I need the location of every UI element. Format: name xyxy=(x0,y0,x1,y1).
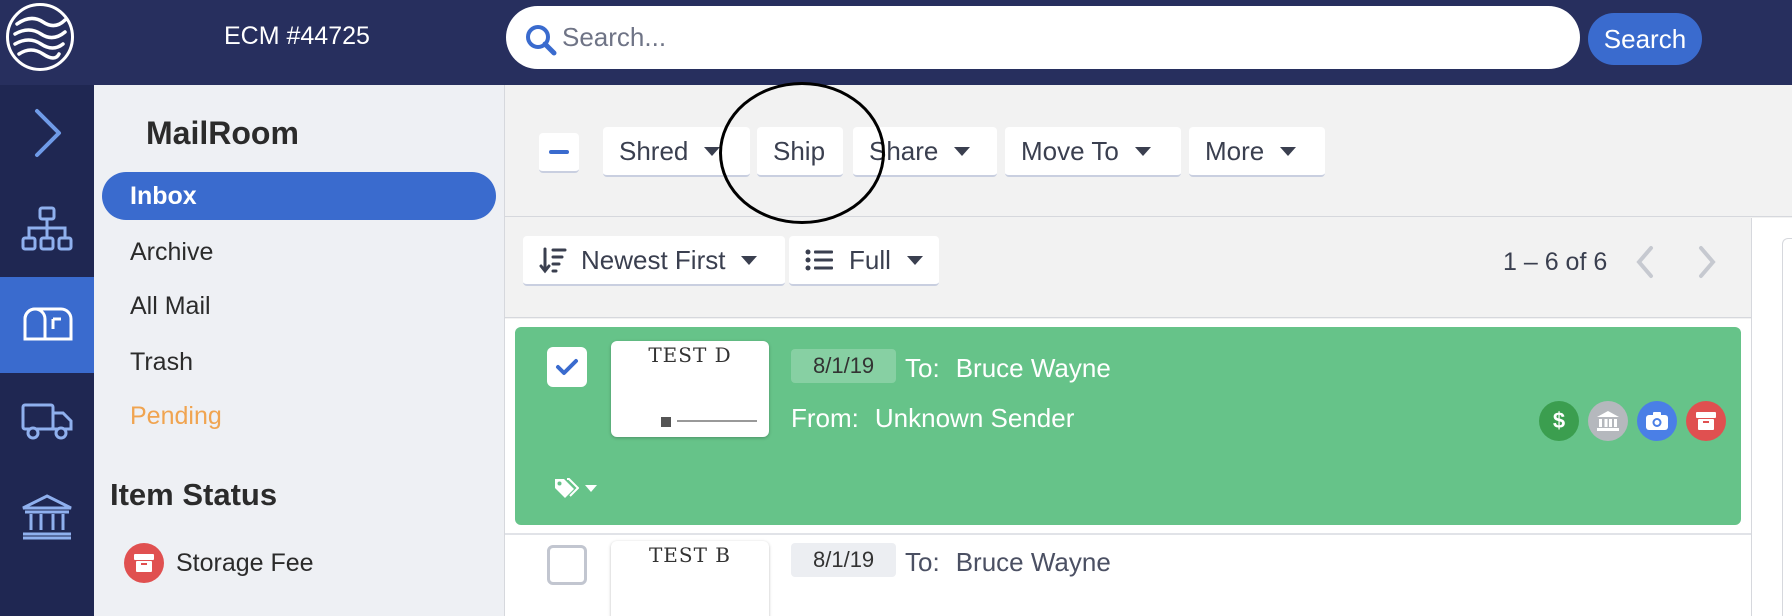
sort-label: Newest First xyxy=(581,244,726,275)
truck-icon xyxy=(21,403,73,440)
status-item-label: Storage Fee xyxy=(176,548,314,577)
list-icon xyxy=(805,249,833,271)
next-page-icon[interactable] xyxy=(1695,244,1719,280)
more-label: More xyxy=(1205,135,1265,166)
main-content: Shred Ship Share Move To More Newest Fir… xyxy=(504,82,1792,616)
dollar-icon[interactable]: $ xyxy=(1539,401,1579,441)
search-bar xyxy=(506,6,1580,69)
mail-sender: From: Unknown Sender xyxy=(791,403,1074,434)
view-label: Full xyxy=(849,244,891,275)
sidebar: MailRoom Inbox Archive All Mail Trash Pe… xyxy=(94,85,504,616)
action-toolbar: Shred Ship Share Move To More xyxy=(505,82,1792,224)
mail-recipient: To: Bruce Wayne xyxy=(905,547,1111,578)
search-input[interactable] xyxy=(562,16,1552,58)
org-chart-icon xyxy=(21,206,73,251)
rail-item-shipping[interactable] xyxy=(0,373,94,469)
account-number: ECM #44725 xyxy=(224,22,370,50)
tag-dropdown[interactable] xyxy=(553,477,597,499)
archive-box-icon[interactable] xyxy=(1686,401,1726,441)
sidebar-item-all-mail[interactable]: All Mail xyxy=(102,282,496,330)
shred-label: Shred xyxy=(619,135,689,166)
share-button[interactable]: Share xyxy=(853,127,997,177)
caret-down-icon xyxy=(1280,146,1297,156)
move-to-button[interactable]: Move To xyxy=(1005,127,1181,177)
detail-pane-edge xyxy=(1782,238,1792,616)
shred-button[interactable]: Shred xyxy=(603,127,750,177)
sort-bar: Newest First Full 1 – 6 of 6 xyxy=(505,218,1751,318)
archive-box-icon xyxy=(124,543,164,583)
sort-dropdown[interactable]: Newest First xyxy=(523,236,785,286)
detail-pane xyxy=(1751,218,1792,616)
ship-label: Ship xyxy=(773,135,826,166)
caret-down-icon xyxy=(906,255,923,265)
to-label: To: xyxy=(905,547,940,577)
sidebar-item-pending[interactable]: Pending xyxy=(102,392,496,440)
more-button[interactable]: More xyxy=(1189,127,1325,177)
mailbox-icon xyxy=(23,307,73,341)
sort-descending-icon xyxy=(539,247,567,274)
sidebar-item-inbox[interactable]: Inbox xyxy=(102,172,496,220)
barcode-icon xyxy=(661,417,757,427)
search-button[interactable]: Search xyxy=(1588,13,1702,65)
logo-icon[interactable] xyxy=(6,3,74,71)
minus-icon xyxy=(549,150,569,154)
item-checkbox[interactable] xyxy=(547,347,587,387)
mail-recipient: To: Bruce Wayne xyxy=(905,353,1111,384)
bank-icon[interactable] xyxy=(1588,401,1628,441)
item-checkbox[interactable] xyxy=(547,545,587,585)
move-to-label: Move To xyxy=(1021,135,1119,166)
mail-date: 8/1/19 xyxy=(791,543,897,577)
mail-date: 8/1/19 xyxy=(791,349,897,383)
sidebar-item-trash[interactable]: Trash xyxy=(102,338,496,386)
recipient-name: Bruce Wayne xyxy=(955,547,1111,577)
caret-down-icon xyxy=(704,146,721,156)
caret-down-icon xyxy=(585,484,597,492)
caret-down-icon xyxy=(1134,146,1151,156)
ship-button[interactable]: Ship xyxy=(757,127,843,177)
deselect-all-button[interactable] xyxy=(539,133,579,173)
thumbnail-text: TEST B xyxy=(648,543,732,567)
chevron-right-icon xyxy=(35,109,61,157)
search-icon xyxy=(526,25,557,56)
sidebar-title: MailRoom xyxy=(146,115,299,151)
camera-icon[interactable] xyxy=(1637,401,1677,441)
icon-rail xyxy=(0,85,94,616)
expand-rail-button[interactable] xyxy=(0,85,94,181)
thumbnail-text: TEST D xyxy=(648,343,732,367)
tag-icon xyxy=(555,478,579,498)
sender-name: Unknown Sender xyxy=(874,403,1075,433)
previous-page-icon[interactable] xyxy=(1633,244,1657,280)
status-item-storage-fee[interactable]: Storage Fee xyxy=(124,543,314,583)
to-label: To: xyxy=(905,353,940,383)
rail-item-banking[interactable] xyxy=(0,469,94,565)
item-status-heading: Item Status xyxy=(110,477,278,512)
pagination-range: 1 – 6 of 6 xyxy=(1503,248,1608,276)
row-divider xyxy=(505,533,1751,535)
checkmark-icon xyxy=(556,359,578,375)
recipient-name: Bruce Wayne xyxy=(955,353,1111,383)
caret-down-icon xyxy=(741,255,758,265)
view-dropdown[interactable]: Full xyxy=(789,236,939,286)
mail-thumbnail[interactable]: TEST B xyxy=(611,541,769,616)
from-label: From: xyxy=(791,403,859,433)
top-bar: ECM #44725 Search xyxy=(0,0,1792,85)
caret-down-icon xyxy=(954,146,971,156)
share-label: Share xyxy=(869,135,939,166)
bank-icon xyxy=(22,494,72,540)
mail-action-badges: $ xyxy=(1539,401,1735,441)
mail-item[interactable]: TEST D 8/1/19 To: Bruce Wayne From: Unknow… xyxy=(515,327,1741,525)
mail-item[interactable]: TEST B 8/1/19 To: Bruce Wayne xyxy=(515,539,1741,616)
rail-item-organization[interactable] xyxy=(0,181,94,277)
mail-thumbnail[interactable]: TEST D xyxy=(611,341,769,437)
rail-item-mailroom[interactable] xyxy=(0,277,94,373)
mail-list: TEST D 8/1/19 To: Bruce Wayne From: Unknow… xyxy=(505,319,1751,616)
sidebar-item-archive[interactable]: Archive xyxy=(102,228,496,276)
